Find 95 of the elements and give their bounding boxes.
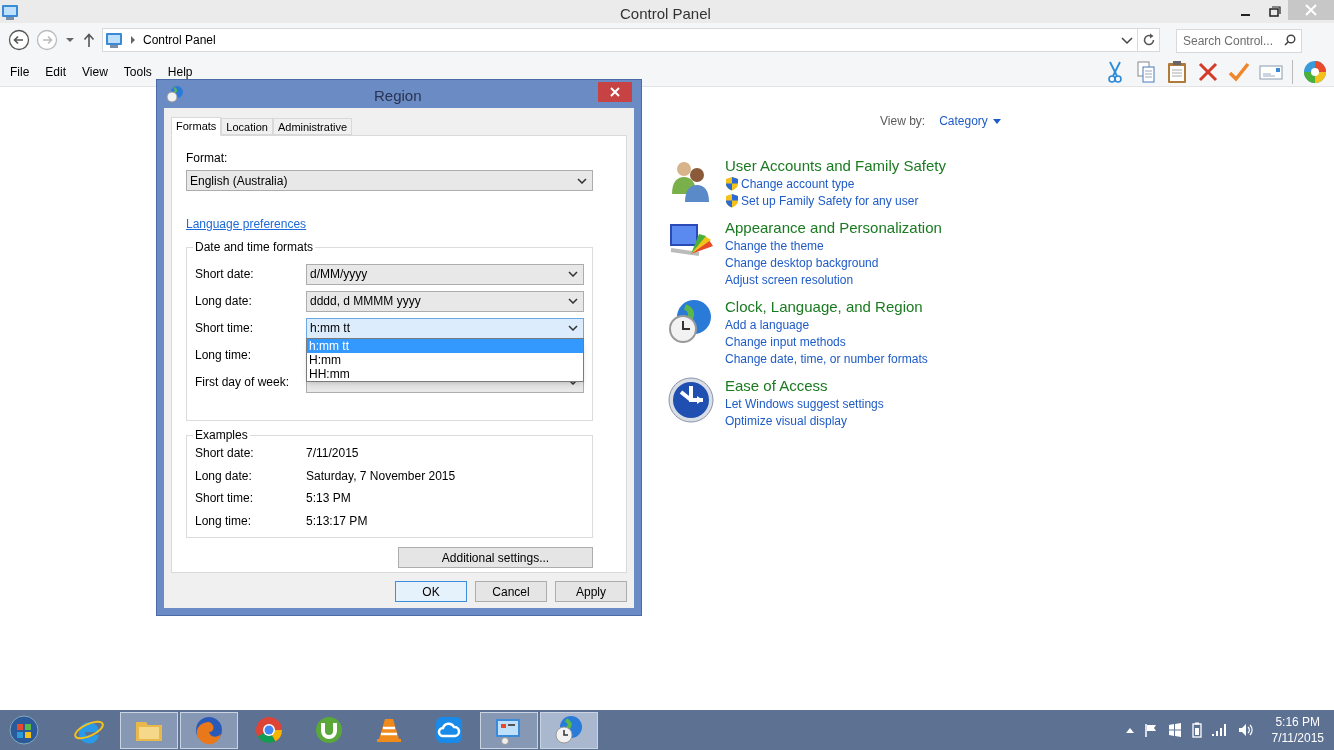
u-logo-icon: [313, 714, 345, 746]
show-hidden-icon[interactable]: [1125, 727, 1134, 733]
group-title: Examples: [193, 428, 250, 442]
category-link[interactable]: Add a language: [725, 315, 810, 334]
taskbar-button[interactable]: [480, 711, 538, 749]
search-icon[interactable]: [1284, 34, 1296, 46]
chevron-down-icon: [577, 177, 587, 184]
menu-item[interactable]: Edit: [37, 62, 75, 81]
field-label: Long time:: [195, 347, 253, 364]
category-link[interactable]: Adjust screen resolution: [725, 270, 854, 289]
format-label: Format:: [186, 151, 229, 165]
example-label: Short date:: [195, 445, 255, 463]
search-field[interactable]: Search Control...: [1176, 29, 1302, 53]
category-heading[interactable]: Appearance and Personalization: [725, 218, 942, 237]
shield-icon: [725, 193, 739, 208]
control-panel-icon: [1, 2, 19, 21]
tab[interactable]: Administrative: [272, 118, 352, 135]
menu-item[interactable]: View: [74, 62, 116, 81]
group-title: Date and time formats: [193, 240, 316, 254]
dropdown-caret-icon: [992, 118, 1001, 124]
field-label: Long date:: [195, 293, 253, 310]
category-link[interactable]: Set up Family Safety for any user: [741, 191, 919, 210]
round-logo-icon: [253, 714, 285, 746]
category-link[interactable]: Let Windows suggest settings: [725, 394, 884, 413]
category-link[interactable]: Change desktop background: [725, 253, 879, 272]
taskbar-button[interactable]: [120, 711, 178, 749]
clock[interactable]: 5:16 PM 7/11/2015: [1271, 714, 1324, 746]
chevron-down-icon: [568, 325, 578, 331]
example-value: 5:13 PM: [306, 490, 351, 508]
format-dropdown[interactable]: dddd, d MMMM yyyy: [306, 290, 584, 312]
up-arrow-icon[interactable]: [82, 32, 96, 48]
language-preferences-link[interactable]: Language preferences: [186, 215, 307, 233]
view-by-label: View by:: [880, 113, 926, 130]
example-value: 7/11/2015: [306, 445, 359, 463]
category-link[interactable]: Change date, time, or number formats: [725, 349, 928, 368]
chevron-down-icon: [568, 298, 578, 304]
tab[interactable]: Location: [221, 118, 273, 135]
field-label: First day of week:: [195, 374, 291, 391]
close-icon: [610, 87, 620, 97]
speaker-icon[interactable]: [1237, 723, 1254, 737]
dropdown-option[interactable]: H:mm: [307, 353, 583, 367]
clipboard-icon[interactable]: [1166, 59, 1188, 84]
category-heading[interactable]: User Accounts and Family Safety: [725, 156, 946, 175]
flag-icon[interactable]: [1143, 723, 1158, 737]
example-label: Long date:: [195, 467, 253, 485]
dialog-button[interactable]: Cancel: [475, 581, 547, 602]
close-button[interactable]: [598, 82, 632, 102]
category-heading[interactable]: Clock, Language, and Region: [725, 297, 928, 316]
menu-item[interactable]: Tools: [115, 62, 160, 81]
category-link[interactable]: Change input methods: [725, 332, 846, 351]
category-link[interactable]: Change the theme: [725, 236, 824, 255]
close-icon: [1305, 4, 1317, 16]
example-label: Long time:: [195, 512, 253, 530]
format-dropdown[interactable]: English (Australia): [186, 170, 593, 191]
dialog-title: Region: [374, 86, 422, 106]
dropdown-option[interactable]: HH:mm: [307, 367, 583, 381]
additional-settings-button[interactable]: Additional settings...: [398, 547, 593, 568]
chevron-down-icon: [568, 379, 578, 385]
taskbar-button[interactable]: [540, 711, 598, 749]
back-icon[interactable]: [8, 29, 30, 51]
control-panel-icon: [105, 31, 123, 49]
windows-logo-icon[interactable]: [1167, 723, 1182, 737]
format-dropdown[interactable]: d/MM/yyyy: [306, 263, 584, 285]
format-dropdown[interactable]: h:mm tt: [306, 317, 584, 339]
dialog-button[interactable]: Apply: [555, 581, 627, 602]
example-value: Saturday, 7 November 2015: [306, 467, 456, 485]
category-heading[interactable]: Ease of Access: [725, 376, 884, 395]
color-wheel-icon[interactable]: [1302, 58, 1328, 85]
tab[interactable]: Formats: [171, 117, 222, 136]
refresh-icon[interactable]: [1141, 33, 1156, 47]
signal-icon[interactable]: [1211, 724, 1228, 736]
menu-item[interactable]: File: [2, 62, 38, 81]
example-label: Short time:: [195, 490, 255, 508]
accessibility-icon: [667, 376, 717, 424]
view-by-dropdown[interactable]: Category: [939, 112, 1001, 130]
battery-icon[interactable]: [1191, 722, 1202, 738]
shield-icon: [725, 176, 739, 191]
category-link[interactable]: Optimize visual display: [725, 411, 848, 430]
breadcrumb-arrow-icon: [129, 35, 137, 45]
menu-item[interactable]: Help: [159, 62, 201, 81]
dialog-button[interactable]: OK: [395, 581, 467, 602]
fox-globe-icon: [193, 714, 225, 746]
example-value: 5:13:17 PM: [306, 512, 368, 530]
address-bar[interactable]: Control Panel: [102, 28, 1160, 52]
globe-clock-icon: [166, 85, 184, 103]
chevron-down-icon: [568, 271, 578, 277]
start-orb-icon[interactable]: [8, 714, 40, 746]
address-text: Control Panel: [143, 32, 216, 49]
field-label: Short date:: [195, 266, 255, 283]
cloud-icon: [433, 714, 465, 746]
field-label: Short time:: [195, 320, 255, 337]
taskbar-button[interactable]: [180, 711, 238, 749]
category-link[interactable]: Change account type: [741, 174, 855, 193]
window-title: Control Panel: [620, 4, 711, 24]
globe-clock-icon: [553, 714, 585, 746]
